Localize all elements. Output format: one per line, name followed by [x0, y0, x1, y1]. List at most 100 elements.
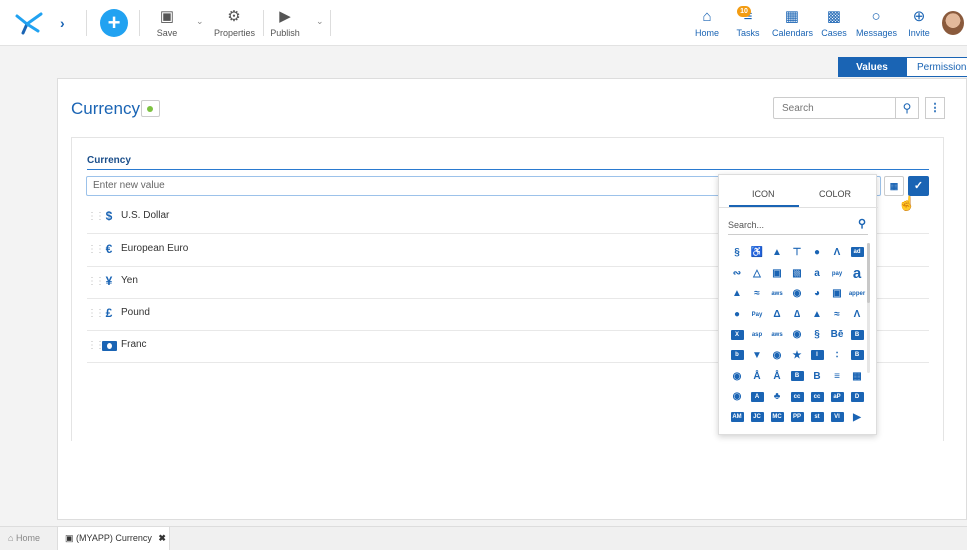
save-dropdown-icon[interactable]: ⌄ [196, 16, 204, 27]
brand-icon[interactable]: B [787, 367, 807, 388]
brand-icon[interactable]: ▧ [787, 264, 807, 285]
publish-button[interactable]: ▶ Publish [270, 8, 300, 38]
brand-icon[interactable]: ◉ [727, 367, 747, 388]
app-logo-icon[interactable] [14, 10, 44, 36]
brand-icon[interactable]: ⊤ [787, 243, 807, 264]
brand-icon[interactable]: ◉ [787, 284, 807, 305]
add-button[interactable]: + [100, 9, 128, 37]
amazon-icon[interactable]: a [847, 264, 867, 285]
brand-icon[interactable]: ad [847, 243, 867, 264]
cc-jcb-icon[interactable]: JC [747, 408, 767, 429]
brand-icon[interactable]: ▲ [727, 284, 747, 305]
cc-paypal-icon[interactable]: PP [787, 408, 807, 429]
cc-stripe-icon[interactable]: st [807, 408, 827, 429]
calendars-label: Calendars [772, 28, 814, 38]
tab-values[interactable]: Values [838, 57, 906, 77]
brand-icon[interactable]: A [747, 387, 767, 408]
properties-label: Properties [214, 28, 256, 38]
messages-nav[interactable]: ○ Messages [856, 8, 897, 38]
amazon-pay-icon[interactable]: pay [827, 264, 847, 285]
brand-icon[interactable]: ∆ [787, 305, 807, 326]
brand-icon[interactable]: ◉ [727, 387, 747, 408]
behance-icon[interactable]: Bē [827, 325, 847, 346]
brand-icon[interactable]: ▣ [827, 284, 847, 305]
brand-icon[interactable]: ▶ [847, 408, 867, 429]
cc-amex-icon[interactable]: AM [727, 408, 747, 429]
amazon-icon[interactable]: a [807, 264, 827, 285]
apple-icon[interactable]: ● [727, 305, 747, 326]
cc-amazon-pay-icon[interactable]: aP [827, 387, 847, 408]
canadian-maple-leaf-icon[interactable]: ♣ [767, 387, 787, 408]
confirm-button[interactable]: ✓ [908, 176, 929, 196]
cc-icon[interactable]: cc [787, 387, 807, 408]
bitcoin-icon[interactable]: B [807, 367, 827, 388]
accessibility-icon[interactable]: ♿ [747, 243, 767, 264]
tab-color[interactable]: COLOR [819, 189, 851, 199]
save-button[interactable]: ▣ Save [154, 8, 180, 38]
brand-icon[interactable]: ● [807, 243, 827, 264]
brand-icon[interactable]: § [807, 325, 827, 346]
status-badge[interactable] [141, 100, 160, 117]
brand-icon[interactable]: B [847, 346, 867, 367]
divider [86, 10, 87, 36]
brand-icon[interactable]: ★ [787, 346, 807, 367]
invite-nav[interactable]: ⊕ Invite [906, 8, 932, 38]
brand-icon[interactable]: ∶ [827, 346, 847, 367]
save-label: Save [156, 28, 178, 38]
brand-icon[interactable]: Λ [827, 243, 847, 264]
tasks-badge: 10 [737, 6, 751, 17]
brand-icon[interactable]: aws [767, 284, 787, 305]
brand-icon[interactable]: Δ [767, 305, 787, 326]
icon-search-input[interactable]: Search... [728, 217, 868, 235]
cc-mastercard-icon[interactable]: MC [767, 408, 787, 429]
apple-pay-icon[interactable]: Pay [747, 305, 767, 326]
scrollbar-thumb[interactable] [867, 243, 870, 303]
avatar[interactable] [942, 11, 964, 35]
brand-icon[interactable]: ≈ [747, 284, 767, 305]
brand-icon[interactable]: ≈ [827, 305, 847, 326]
home-nav[interactable]: ⌂ Home [694, 8, 720, 38]
tab-icon[interactable]: ICON [752, 189, 775, 199]
aws-icon[interactable]: aws [767, 325, 787, 346]
home-tab[interactable]: ⌂ Home [8, 533, 40, 543]
brand-icon[interactable]: ◉ [767, 346, 787, 367]
brand-icon[interactable]: X [727, 325, 747, 346]
brand-icon[interactable]: ≡ [827, 367, 847, 388]
brand-icon[interactable]: ∾ [727, 264, 747, 285]
tab-currency[interactable]: ▣ (MYAPP) Currency ✖ [57, 527, 170, 550]
brand-icon[interactable]: ◉ [787, 325, 807, 346]
properties-button[interactable]: ⚙ Properties [214, 8, 256, 38]
bluetooth-icon[interactable]: Å [747, 367, 767, 388]
brand-icon[interactable]: ▲ [807, 305, 827, 326]
tab-permissions[interactable]: Permissions [906, 57, 967, 77]
cc-icon[interactable]: cc [807, 387, 827, 408]
expand-chevron-icon[interactable]: › [60, 15, 65, 31]
publish-dropdown-icon[interactable]: ⌄ [316, 16, 324, 27]
brand-icon[interactable]: Λ [847, 305, 867, 326]
brand-icon[interactable]: ▲ [767, 243, 787, 264]
search-input[interactable] [773, 97, 896, 119]
search-icon[interactable]: ⚲ [858, 217, 866, 230]
status-dot [147, 106, 153, 112]
calendars-nav[interactable]: ▦ Calendars [772, 8, 814, 38]
brand-icon[interactable]: § [727, 243, 747, 264]
brand-icon[interactable]: ◕ [807, 284, 827, 305]
brand-icon[interactable]: I [807, 346, 827, 367]
brand-icon[interactable]: b [727, 346, 747, 367]
more-options-icon[interactable]: ⋮ [925, 97, 945, 119]
brand-icon[interactable]: asp [747, 325, 767, 346]
cc-visa-icon[interactable]: VI [827, 408, 847, 429]
behance-square-icon[interactable]: B [847, 325, 867, 346]
brand-icon[interactable]: ▼ [747, 346, 767, 367]
airbnb-icon[interactable]: △ [747, 264, 767, 285]
cc-icon[interactable]: D [847, 387, 867, 408]
brand-icon[interactable]: apper [847, 284, 867, 305]
bluetooth-b-icon[interactable]: Å [767, 367, 787, 388]
search-icon[interactable]: ⚲ [895, 97, 919, 119]
brand-icon[interactable]: ▦ [847, 367, 867, 388]
close-icon[interactable]: ✖ [158, 533, 166, 543]
icon-picker-button[interactable]: ▦ [884, 176, 904, 196]
list-item-label: Yen [121, 275, 138, 286]
cases-nav[interactable]: ▩ Cases [821, 8, 847, 38]
brand-icon[interactable]: ▣ [767, 264, 787, 285]
